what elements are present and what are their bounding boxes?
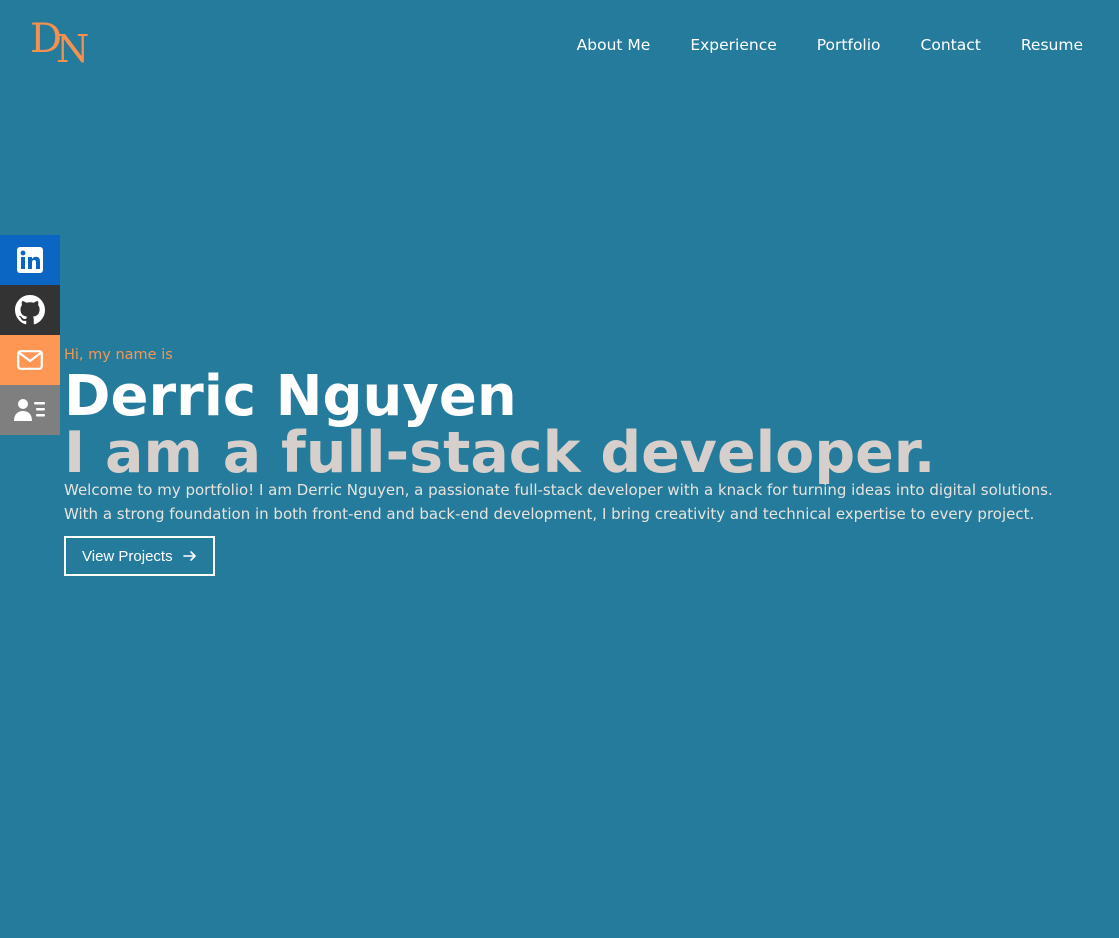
hero-tagline: I am a full-stack developer. bbox=[64, 420, 936, 486]
page: D N About Me Experience Portfolio Contac… bbox=[0, 0, 1119, 938]
logo-letter-n: N bbox=[56, 27, 89, 66]
nav-contact[interactable]: Contact bbox=[921, 34, 981, 56]
hero-description: Welcome to my portfolio! I am Derric Ngu… bbox=[64, 481, 1053, 523]
logo-mark: D N bbox=[30, 16, 89, 66]
nav-about-me[interactable]: About Me bbox=[577, 34, 651, 56]
social-sidebar bbox=[0, 235, 60, 435]
greeting-text: Hi, my name is bbox=[64, 347, 173, 363]
mail-icon bbox=[17, 350, 43, 370]
nav-resume[interactable]: Resume bbox=[1021, 34, 1083, 56]
resume-link[interactable] bbox=[0, 385, 60, 435]
github-icon bbox=[15, 295, 45, 325]
nav-portfolio[interactable]: Portfolio bbox=[817, 34, 881, 56]
hero-section: Hi, my name is Derric Nguyen I am a full… bbox=[64, 344, 1074, 576]
arrow-right-icon bbox=[182, 550, 197, 562]
view-projects-button[interactable]: View Projects bbox=[64, 536, 215, 576]
resume-icon bbox=[14, 399, 45, 421]
nav-experience[interactable]: Experience bbox=[690, 34, 776, 56]
logo[interactable]: D N bbox=[28, 14, 92, 66]
linkedin-icon bbox=[17, 247, 43, 273]
github-link[interactable] bbox=[0, 285, 60, 335]
view-projects-label: View Projects bbox=[82, 547, 173, 565]
email-link[interactable] bbox=[0, 335, 60, 385]
top-nav: About Me Experience Portfolio Contact Re… bbox=[537, 34, 1083, 56]
hero-name: Derric Nguyen bbox=[64, 364, 517, 429]
linkedin-link[interactable] bbox=[0, 235, 60, 285]
